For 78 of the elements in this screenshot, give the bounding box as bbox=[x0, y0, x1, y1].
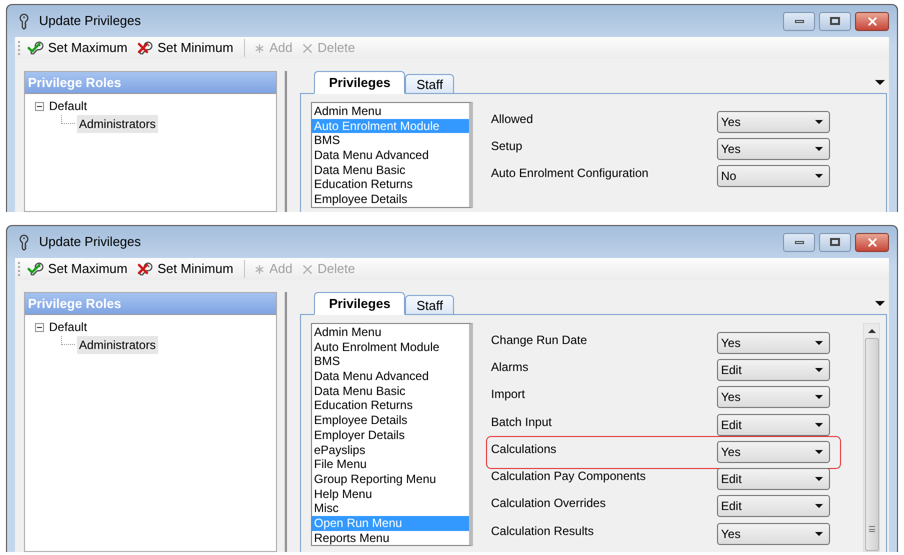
privilege-dropdown[interactable]: Yes bbox=[717, 522, 830, 545]
list-item[interactable]: Misc bbox=[312, 501, 469, 516]
key-check-icon bbox=[26, 40, 46, 56]
privilege-dropdown[interactable]: Edit bbox=[717, 495, 830, 518]
privilege-label: Calculation Overrides bbox=[491, 495, 607, 512]
privilege-label: Auto Enrolment Configuration bbox=[491, 165, 650, 182]
list-item[interactable]: Data Menu Basic bbox=[312, 162, 469, 178]
close-button[interactable] bbox=[855, 232, 889, 252]
close-icon bbox=[866, 236, 878, 248]
privilege-dropdown[interactable]: Yes bbox=[717, 110, 830, 133]
tree-item[interactable]: Default bbox=[47, 318, 90, 336]
list-item[interactable]: Employee Details bbox=[312, 192, 469, 207]
dropdown-arrow-icon[interactable] bbox=[875, 300, 885, 306]
scrollbar[interactable] bbox=[863, 323, 880, 552]
list-item[interactable]: Auto Enrolment Module bbox=[312, 340, 469, 354]
key-check-icon bbox=[26, 261, 46, 277]
dropdown-arrow-icon[interactable] bbox=[875, 80, 885, 84]
list-item[interactable]: ePayslips bbox=[312, 442, 469, 458]
privilege-label: Alarms bbox=[491, 358, 530, 376]
close-icon bbox=[866, 14, 878, 28]
list-item[interactable]: Data Menu Advanced bbox=[312, 369, 469, 384]
privilege-dropdown[interactable]: Yes bbox=[717, 138, 830, 160]
collapse-icon[interactable] bbox=[35, 322, 44, 332]
minimize-button[interactable] bbox=[783, 12, 815, 30]
list-item[interactable]: Employee Details bbox=[312, 413, 469, 428]
key-cross-icon bbox=[135, 261, 156, 277]
scrollbar-thumb[interactable] bbox=[864, 338, 878, 551]
list-item[interactable]: File Menu bbox=[312, 457, 469, 472]
window-title: Update Privileges bbox=[39, 12, 141, 30]
toolbar-button[interactable]: Set Maximum bbox=[24, 38, 130, 58]
close-button[interactable] bbox=[855, 12, 889, 30]
tree-item[interactable]: Administrators bbox=[77, 115, 158, 133]
key-cross-icon bbox=[135, 40, 156, 56]
tree-item[interactable]: Administrators bbox=[77, 336, 158, 354]
privilege-dropdown[interactable]: Yes bbox=[717, 386, 830, 408]
privilege-dropdown[interactable]: Edit bbox=[717, 358, 830, 381]
list-item[interactable]: Reports Menu bbox=[312, 530, 469, 546]
privilege-label: Change Run Date bbox=[491, 332, 588, 349]
tab[interactable]: Privileges bbox=[314, 292, 406, 315]
list-item[interactable]: Admin Menu bbox=[312, 104, 469, 119]
collapse-icon[interactable] bbox=[35, 102, 44, 110]
panel-header: Privilege Roles bbox=[25, 293, 276, 314]
privilege-dropdown[interactable]: Yes bbox=[717, 332, 830, 354]
maximize-button[interactable] bbox=[819, 12, 851, 30]
toolbar-button[interactable]: Set Maximum bbox=[24, 259, 130, 279]
list-item[interactable]: BMS bbox=[312, 133, 469, 148]
panel-header: Privilege Roles bbox=[25, 72, 276, 93]
list-item[interactable]: BMS bbox=[312, 354, 469, 370]
toolbar-button[interactable]: Set Minimum bbox=[133, 259, 236, 279]
list-item[interactable]: Help Menu bbox=[312, 486, 469, 502]
list-item[interactable]: Group Reporting Menu bbox=[312, 472, 469, 487]
privilege-label: Calculation Pay Components bbox=[491, 468, 647, 486]
minimize-button[interactable] bbox=[783, 232, 815, 252]
toolbar-button[interactable]: Set Minimum bbox=[133, 38, 236, 58]
tree-item[interactable]: Default bbox=[47, 97, 90, 115]
list-item[interactable]: Education Returns bbox=[312, 398, 469, 414]
list-item[interactable]: Data Menu Advanced bbox=[312, 148, 469, 163]
list-item[interactable]: Education Returns bbox=[312, 177, 469, 192]
privilege-dropdown[interactable]: Edit bbox=[717, 468, 830, 490]
list-item[interactable]: Data Menu Basic bbox=[312, 384, 469, 398]
privilege-dropdown[interactable]: No bbox=[717, 165, 830, 188]
list-item[interactable]: Employer Details bbox=[312, 428, 469, 442]
tab[interactable]: Staff bbox=[405, 74, 454, 94]
tree-line bbox=[61, 336, 75, 345]
privilege-label: Allowed bbox=[491, 110, 534, 128]
maximize-button[interactable] bbox=[819, 232, 851, 252]
list-item[interactable]: Admin Menu bbox=[312, 325, 469, 340]
privilege-label: Calculation Results bbox=[491, 522, 595, 540]
tab[interactable]: Privileges bbox=[314, 71, 406, 94]
tree-line bbox=[61, 115, 75, 124]
privilege-label: Calculations bbox=[491, 440, 558, 458]
privilege-label: Import bbox=[491, 386, 526, 404]
privilege-dropdown[interactable]: Yes bbox=[717, 440, 830, 463]
tab[interactable]: Staff bbox=[405, 295, 454, 315]
privilege-dropdown[interactable]: Edit bbox=[717, 414, 830, 436]
privilege-label: Setup bbox=[491, 138, 524, 155]
window-title: Update Privileges bbox=[39, 233, 141, 252]
privilege-label: Batch Input bbox=[491, 414, 553, 431]
